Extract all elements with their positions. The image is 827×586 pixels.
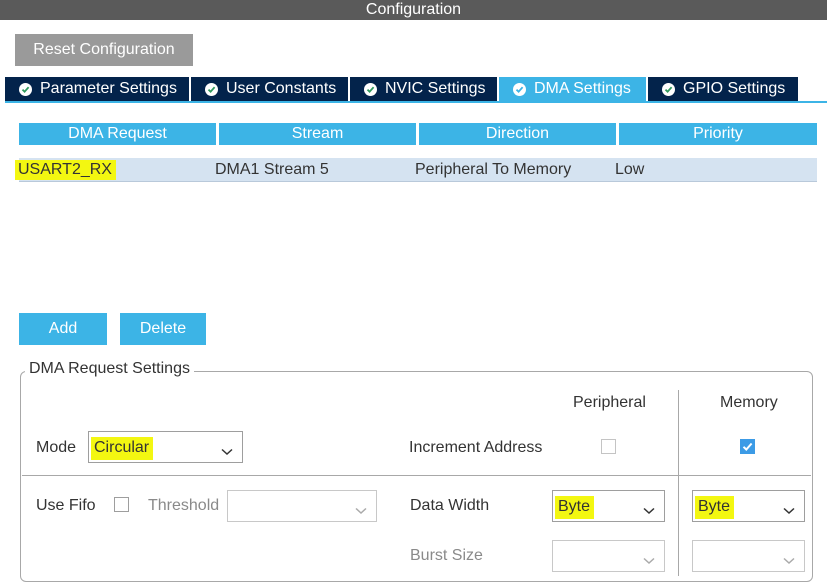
peripheral-data-width-value: Byte <box>555 496 595 519</box>
panel-title: DMA Request Settings <box>25 360 194 378</box>
cell-stream: DMA1 Stream 5 <box>215 161 329 178</box>
chevron-down-icon <box>643 502 655 520</box>
checkmark-icon <box>742 442 753 451</box>
tab-label: NVIC Settings <box>385 80 486 97</box>
column-header-stream[interactable]: Stream <box>219 123 416 145</box>
tab-label: DMA Settings <box>534 80 631 97</box>
column-header-dma-request[interactable]: DMA Request <box>19 123 216 145</box>
check-circle-icon <box>662 82 675 96</box>
mode-select[interactable]: Circular <box>88 431 243 463</box>
peripheral-increment-checkbox[interactable] <box>601 439 616 454</box>
memory-increment-checkbox[interactable] <box>740 439 755 454</box>
use-fifo-label: Use Fifo <box>36 497 96 514</box>
mode-label: Mode <box>36 439 77 456</box>
chevron-down-icon <box>355 502 367 520</box>
table-header: DMA Request Stream Direction Priority <box>19 123 817 145</box>
cell-request: USART2_RX <box>15 158 215 181</box>
memory-header: Memory <box>720 394 778 411</box>
dma-request-table: DMA Request Stream Direction Priority US… <box>15 123 817 182</box>
settings-tabs: Parameter Settings User Constants NVIC S… <box>5 77 798 101</box>
column-header-priority[interactable]: Priority <box>619 123 817 145</box>
reset-configuration-button[interactable]: Reset Configuration <box>15 34 193 66</box>
column-header-direction[interactable]: Direction <box>419 123 616 145</box>
cell-direction: Peripheral To Memory <box>415 161 572 178</box>
tab-label: GPIO Settings <box>683 80 786 97</box>
tab-parameter-settings[interactable]: Parameter Settings <box>5 77 191 101</box>
check-circle-icon <box>364 82 377 96</box>
tab-label: Parameter Settings <box>40 80 177 97</box>
delete-button[interactable]: Delete <box>120 313 206 345</box>
use-fifo-checkbox[interactable] <box>114 497 129 512</box>
table-row[interactable]: USART2_RX DMA1 Stream 5 Peripheral To Me… <box>15 158 817 182</box>
increment-address-label: Increment Address <box>409 439 543 456</box>
chevron-down-icon <box>643 552 655 570</box>
add-button[interactable]: Add <box>19 313 107 345</box>
tab-label: User Constants <box>226 80 337 97</box>
mode-value: Circular <box>91 437 154 460</box>
window-title: Configuration <box>0 0 827 20</box>
memory-data-width-select[interactable]: Byte <box>692 490 805 522</box>
row-divider <box>22 475 811 476</box>
check-circle-icon <box>19 82 32 96</box>
chevron-down-icon <box>783 552 795 570</box>
tab-underline <box>5 101 827 103</box>
chevron-down-icon <box>783 502 795 520</box>
memory-burst-size-select[interactable] <box>692 540 805 572</box>
threshold-label: Threshold <box>148 497 220 514</box>
column-divider <box>678 390 679 576</box>
request-name: USART2_RX <box>15 160 116 180</box>
threshold-select[interactable] <box>227 490 377 522</box>
peripheral-burst-size-select[interactable] <box>552 540 665 572</box>
tab-user-constants[interactable]: User Constants <box>191 77 350 101</box>
peripheral-data-width-select[interactable]: Byte <box>552 490 665 522</box>
check-circle-icon <box>513 82 526 96</box>
cell-priority: Low <box>615 161 645 178</box>
burst-size-label: Burst Size <box>410 547 483 564</box>
chevron-down-icon <box>221 443 233 461</box>
data-width-label: Data Width <box>410 497 490 514</box>
tab-nvic-settings[interactable]: NVIC Settings <box>350 77 499 101</box>
tab-gpio-settings[interactable]: GPIO Settings <box>648 77 798 101</box>
tab-dma-settings[interactable]: DMA Settings <box>499 77 648 101</box>
check-circle-icon <box>205 82 218 96</box>
memory-data-width-value: Byte <box>695 496 735 519</box>
peripheral-header: Peripheral <box>573 394 646 411</box>
